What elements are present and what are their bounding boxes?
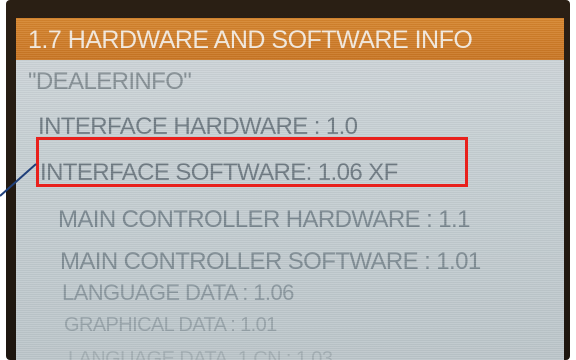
list-item[interactable]: LANGUAGE DATA_1 CN : 1.03	[68, 348, 564, 360]
photo-frame: 1.7 HARDWARE AND SOFTWARE INFO "DEALERIN…	[0, 0, 576, 360]
device-screen: 1.7 HARDWARE AND SOFTWARE INFO "DEALERIN…	[16, 18, 564, 360]
screen-title-bar: 1.7 HARDWARE AND SOFTWARE INFO	[16, 18, 564, 60]
list-item[interactable]: "DEALERINFO"	[28, 68, 564, 96]
list-item[interactable]: INTERFACE SOFTWARE: 1.06 XF	[40, 159, 564, 187]
list-item[interactable]: GRAPHICAL DATA : 1.01	[64, 314, 564, 337]
list-item[interactable]: MAIN CONTROLLER HARDWARE : 1.1	[58, 206, 564, 234]
list-item[interactable]: INTERFACE HARDWARE : 1.0	[38, 113, 564, 141]
list-item[interactable]: LANGUAGE DATA : 1.06	[62, 280, 564, 306]
list-item[interactable]: MAIN CONTROLLER SOFTWARE : 1.01	[60, 248, 564, 276]
